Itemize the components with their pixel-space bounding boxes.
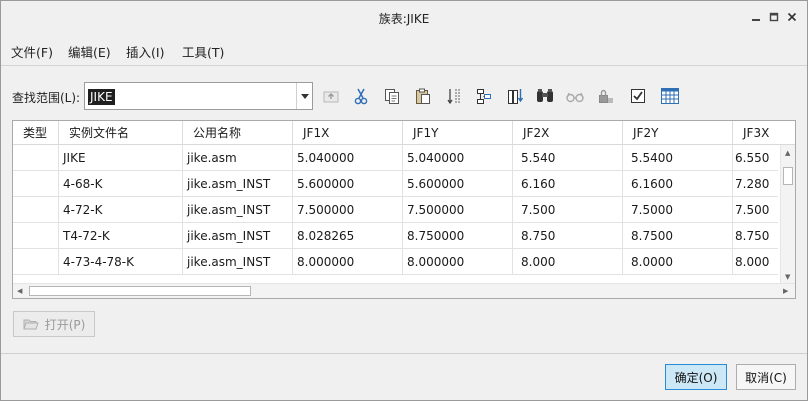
cell-jf2y[interactable]: 7.5000 (623, 197, 733, 223)
cell-common-name[interactable]: jike.asm_INST (183, 223, 293, 249)
cut-icon[interactable] (350, 85, 372, 107)
verify-icon[interactable] (627, 85, 649, 107)
up-level-icon[interactable] (320, 85, 342, 107)
menu-edit[interactable]: 编辑(E) (68, 42, 111, 61)
ok-button[interactable]: 确定(O) (665, 364, 727, 390)
column-header-instance-name[interactable]: 实例文件名 (59, 121, 183, 145)
cell-instance-name[interactable]: 4-68-K (59, 171, 183, 197)
family-table-dialog: 族表:JIKE 文件(F) 编辑(E) 插入(I) 工具(T) 查找范围(L):… (0, 0, 808, 401)
cell-jf1x[interactable]: 7.500000 (293, 197, 403, 223)
cell-jf1y[interactable]: 7.500000 (403, 197, 513, 223)
cell-instance-name[interactable]: 4-73-4-78-K (59, 249, 183, 275)
look-in-combo[interactable]: JIKE (84, 82, 313, 110)
cell-common-name[interactable]: jike.asm_INST (183, 171, 293, 197)
table-row[interactable]: 4-68-K jike.asm_INST 5.600000 5.600000 6.160… (13, 171, 778, 197)
column-header-common-name[interactable]: 公用名称 (183, 121, 293, 145)
chevron-down-icon[interactable] (296, 83, 312, 109)
cell-jf1x[interactable]: 5.600000 (293, 171, 403, 197)
cell-jf2y[interactable]: 5.5400 (623, 145, 733, 171)
table-icon[interactable] (659, 85, 681, 107)
column-header-jf2y[interactable]: JF2Y (623, 121, 733, 145)
cell-jf2y[interactable]: 6.1600 (623, 171, 733, 197)
scroll-right-icon[interactable]: ▶ (783, 287, 788, 295)
cell-common-name[interactable]: jike.asm_INST (183, 249, 293, 275)
menu-bar: 文件(F) 编辑(E) 插入(I) 工具(T) (1, 37, 807, 63)
cell-jf1y[interactable]: 5.600000 (403, 171, 513, 197)
look-in-value: JIKE (88, 89, 115, 105)
cell-instance-name[interactable]: 4-72-K (59, 197, 183, 223)
family-table-grid[interactable]: 类型 实例文件名 公用名称 JF1X JF1Y JF2X JF2Y JF3X J… (12, 120, 796, 299)
cell-jf2x[interactable]: 6.160 (513, 171, 623, 197)
find-icon[interactable] (534, 85, 556, 107)
maximize-icon[interactable] (765, 8, 783, 26)
cell-instance-name[interactable]: JIKE (59, 145, 183, 171)
table-row[interactable]: JIKE jike.asm 5.040000 5.040000 5.540 5.5400 6… (13, 145, 778, 171)
menu-divider (1, 65, 807, 66)
table-row[interactable]: T4-72-K jike.asm_INST 8.028265 8.750000 8.75… (13, 223, 778, 249)
menu-file[interactable]: 文件(F) (11, 42, 53, 61)
window-title: 族表:JIKE (378, 12, 430, 26)
menu-tools[interactable]: 工具(T) (182, 42, 224, 61)
cell-jf2x[interactable]: 5.540 (513, 145, 623, 171)
cell-jf2y[interactable]: 8.7500 (623, 223, 733, 249)
cell-instance-name[interactable]: T4-72-K (59, 223, 183, 249)
cell-type[interactable] (13, 197, 59, 223)
column-header-jf1x[interactable]: JF1X (293, 121, 403, 145)
cell-jf1x[interactable]: 8.000000 (293, 249, 403, 275)
folder-open-icon (22, 319, 39, 330)
column-header-jf2x[interactable]: JF2X (513, 121, 623, 145)
column-header-jf3x[interactable]: JF3X (733, 121, 795, 145)
cell-jf1y[interactable]: 8.750000 (403, 223, 513, 249)
open-button-label: 打开(P) (44, 317, 86, 332)
cell-type[interactable] (13, 145, 59, 171)
cancel-button[interactable]: 取消(C) (736, 364, 796, 390)
scroll-up-icon[interactable]: ▲ (785, 149, 790, 157)
vertical-scrollbar[interactable]: ▲ ▼ (780, 145, 795, 285)
column-header-type[interactable]: 类型 (13, 121, 59, 145)
vertical-scroll-thumb[interactable] (783, 167, 793, 185)
title-bar: 族表:JIKE (1, 1, 807, 35)
horizontal-scrollbar[interactable]: ◀ ▶ (13, 283, 795, 298)
copy-icon[interactable] (381, 85, 403, 107)
table-row[interactable]: 4-72-K jike.asm_INST 7.500000 7.500000 7.500… (13, 197, 778, 223)
cell-jf1y[interactable]: 8.000000 (403, 249, 513, 275)
footer-divider (1, 353, 807, 354)
cell-jf1x[interactable]: 8.028265 (293, 223, 403, 249)
cell-common-name[interactable]: jike.asm (183, 145, 293, 171)
cell-type[interactable] (13, 223, 59, 249)
column-header-jf1y[interactable]: JF1Y (403, 121, 513, 145)
paste-icon[interactable] (412, 85, 434, 107)
insert-row-icon[interactable] (443, 85, 465, 107)
cell-jf2x[interactable]: 8.000 (513, 249, 623, 275)
scroll-left-icon[interactable]: ◀ (17, 287, 22, 295)
cell-jf2x[interactable]: 8.750 (513, 223, 623, 249)
grid-header: 类型 实例文件名 公用名称 JF1X JF1Y JF2X JF2Y JF3X (13, 121, 795, 145)
look-in-label: 查找范围(L): (12, 91, 81, 105)
horizontal-scroll-thumb[interactable] (29, 286, 251, 296)
column-config-icon[interactable] (504, 85, 526, 107)
cell-jf1x[interactable]: 5.040000 (293, 145, 403, 171)
cell-type[interactable] (13, 249, 59, 275)
cell-jf2y[interactable]: 8.0000 (623, 249, 733, 275)
insert-column-icon[interactable] (473, 85, 495, 107)
cell-jf2x[interactable]: 7.500 (513, 197, 623, 223)
menu-insert[interactable]: 插入(I) (126, 42, 164, 61)
minimize-icon[interactable] (747, 8, 765, 26)
cell-jf1y[interactable]: 5.040000 (403, 145, 513, 171)
scroll-down-icon[interactable]: ▼ (785, 273, 790, 281)
preview-icon[interactable] (564, 85, 586, 107)
open-button[interactable]: 打开(P) (13, 311, 95, 337)
cell-type[interactable] (13, 171, 59, 197)
cell-common-name[interactable]: jike.asm_INST (183, 197, 293, 223)
lock-icon[interactable] (595, 85, 617, 107)
table-row[interactable]: 4-73-4-78-K jike.asm_INST 8.000000 8.000000… (13, 249, 778, 275)
close-icon[interactable] (783, 8, 801, 26)
